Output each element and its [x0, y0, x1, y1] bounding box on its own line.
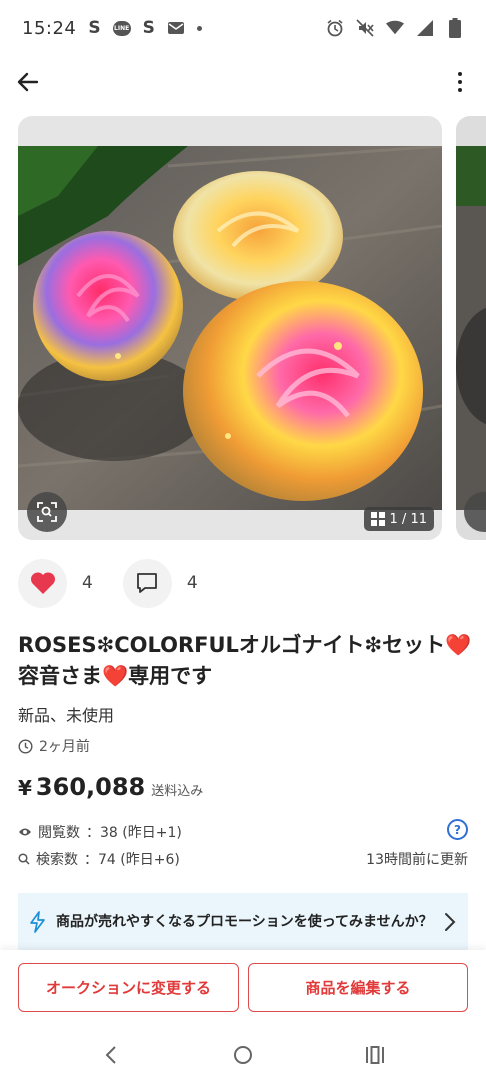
posted-time-text: 2ヶ月前	[39, 739, 90, 755]
app-bar	[0, 60, 486, 110]
search-icon	[18, 852, 30, 865]
searches-label: 検索数	[36, 851, 78, 868]
s-icon: S	[142, 18, 155, 38]
shipping-note: 送料込み	[151, 784, 204, 799]
dot-icon	[196, 25, 202, 31]
help-icon[interactable]: ?	[447, 819, 468, 840]
price-value: 360,088	[35, 773, 146, 801]
image-counter[interactable]: 1 / 11	[363, 507, 434, 531]
lightning-icon	[30, 911, 45, 933]
back-button[interactable]	[12, 66, 44, 98]
nav-back-icon	[105, 1046, 116, 1064]
main-image-slide[interactable]: 1 / 11	[18, 116, 442, 540]
updated-time: 13時間前に更新	[366, 851, 468, 868]
searches-stat: 検索数 ：74 (昨日+6) 13時間前に更新	[18, 845, 470, 872]
eye-icon	[19, 828, 31, 835]
views-label: 閲覧数	[38, 824, 80, 841]
battery-icon	[446, 18, 464, 38]
nav-recents-button[interactable]	[360, 1040, 390, 1070]
status-time: 15:24	[22, 17, 77, 39]
more-menu-button[interactable]	[450, 66, 470, 98]
product-photo	[18, 146, 442, 510]
nav-home-button[interactable]	[228, 1040, 258, 1070]
zoom-button[interactable]	[27, 492, 67, 532]
heart-icon	[30, 572, 55, 594]
comment-button[interactable]	[122, 558, 172, 608]
edit-item-button[interactable]: 商品を編集する	[248, 963, 468, 1012]
change-to-auction-button[interactable]: オークションに変更する	[18, 963, 239, 1012]
next-photo	[456, 146, 486, 510]
item-title: ROSES❇︎COLORFULオルゴナイト❇︎セット❤️容音さま❤️専用です	[18, 633, 472, 688]
reactions-row: 4 4	[18, 558, 228, 608]
item-condition: 新品、未使用	[18, 706, 115, 725]
system-nav-bar	[0, 1030, 486, 1080]
promotion-text: 商品が売れやすくなるプロモーションを使ってみませんか？	[56, 913, 433, 930]
mail-icon	[167, 19, 185, 37]
wifi-icon	[386, 19, 404, 37]
nav-recents-icon	[366, 1046, 384, 1064]
status-right	[326, 18, 464, 38]
clock-icon	[18, 738, 33, 754]
posted-time: 2ヶ月前	[18, 736, 90, 756]
status-bar: 15:24 S LINE S	[0, 0, 486, 56]
price-symbol: ¥	[18, 776, 32, 800]
searches-value: ：74 (昨日+6)	[84, 851, 180, 868]
image-counter-text: 1 / 11	[389, 511, 427, 527]
image-carousel[interactable]: 1 / 11	[18, 116, 486, 540]
line-icon: LINE	[112, 20, 131, 36]
signal-icon	[416, 19, 434, 37]
more-vertical-icon	[458, 72, 462, 76]
nav-back-button[interactable]	[96, 1040, 126, 1070]
status-left: 15:24 S LINE S	[22, 18, 202, 39]
bottom-action-bar: オークションに変更する 商品を編集する	[0, 950, 486, 1030]
price: ¥ 360,088 送料込み	[18, 773, 203, 801]
image-search-icon	[37, 502, 57, 522]
like-count: 4	[82, 573, 93, 593]
arrow-left-icon	[17, 72, 39, 92]
grid-icon	[370, 512, 385, 526]
chevron-right-icon	[445, 913, 456, 931]
s-icon: S	[88, 18, 101, 38]
next-image-slide[interactable]	[456, 116, 486, 540]
views-stat: 閲覧数 ：38 (昨日+1) ?	[18, 818, 470, 845]
nav-home-icon	[234, 1046, 252, 1064]
item-stats: 閲覧数 ：38 (昨日+1) ? 検索数 ：74 (昨日+6) 13時間前に更新	[18, 818, 470, 872]
promotion-banner[interactable]: 商品が売れやすくなるプロモーションを使ってみませんか？	[18, 893, 468, 951]
like-button[interactable]	[18, 558, 67, 608]
alarm-icon	[326, 19, 344, 37]
mute-icon	[356, 19, 374, 37]
comment-icon	[137, 573, 158, 593]
views-value: ：38 (昨日+1)	[86, 824, 182, 841]
comment-count: 4	[186, 573, 198, 593]
